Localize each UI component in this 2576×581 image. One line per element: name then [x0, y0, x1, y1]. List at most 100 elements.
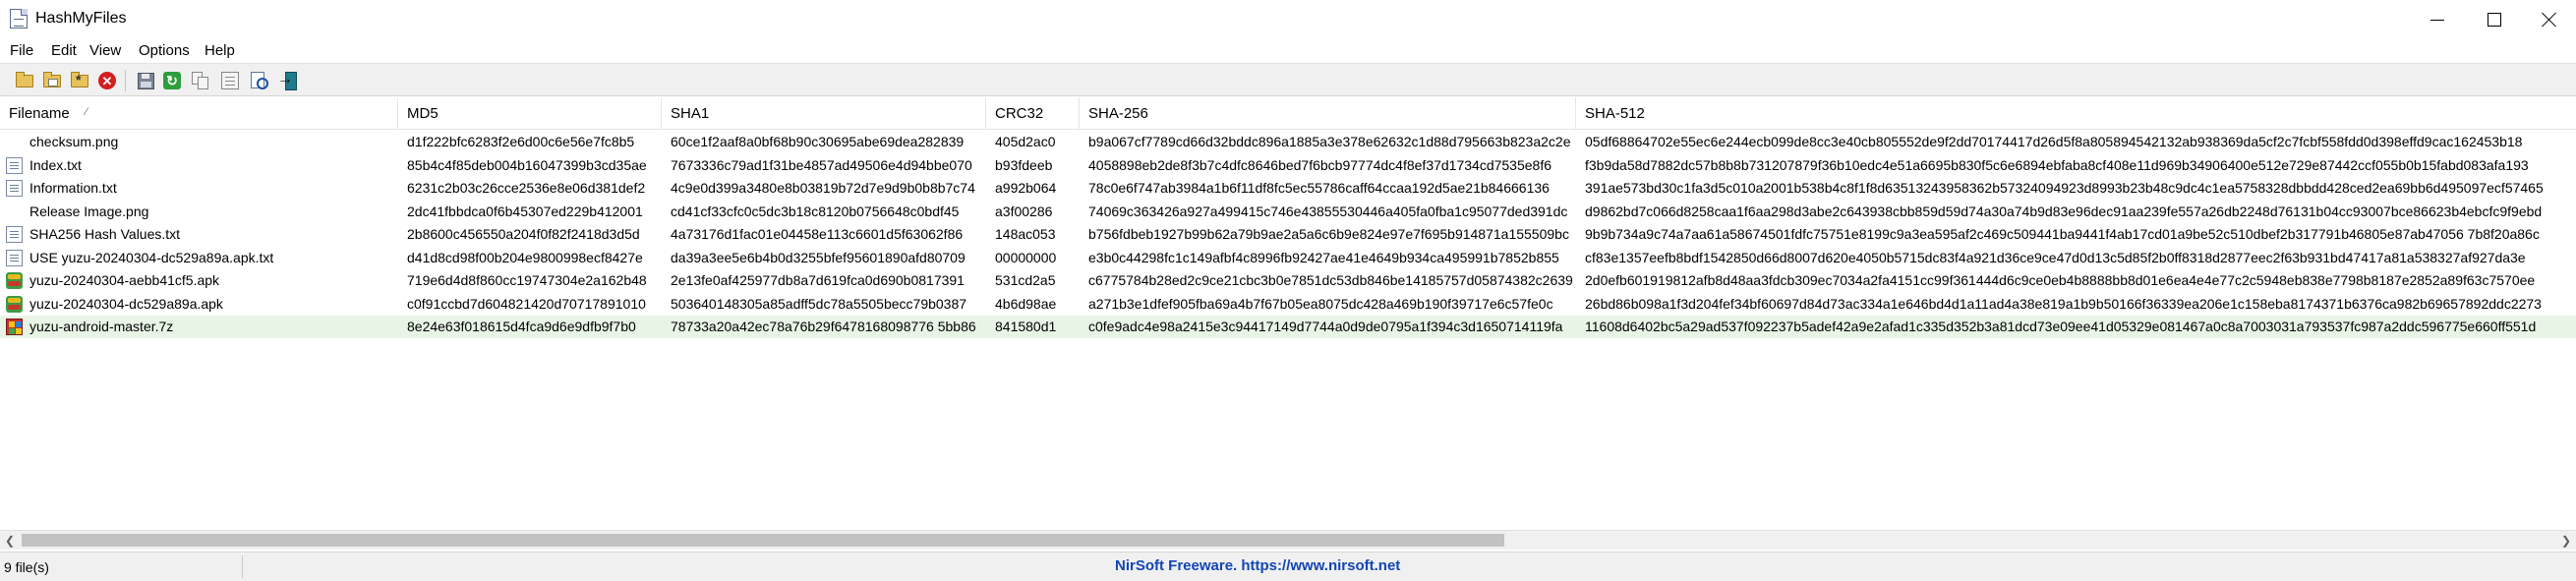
cell-sha256: 78c0e6f747ab3984a1b6f11df8fc5ec55786caff… — [1088, 180, 1550, 196]
scroll-left-button[interactable]: ❮ — [0, 531, 20, 551]
cell-sha1: da39a3ee5e6b4b0d3255bfef95601890afd80709 — [671, 249, 966, 265]
cell-sha1: 4c9e0d399a3480e8b03819b72d7e9d9b0b8b7c74 — [671, 180, 975, 196]
menu-file[interactable]: File — [10, 42, 33, 59]
column-header-label: MD5 — [407, 105, 439, 122]
cell-filename: yuzu-20240304-aebb41cf5.apk — [29, 272, 220, 288]
image-file-icon — [6, 134, 23, 150]
properties-button[interactable] — [218, 69, 242, 92]
cell-crc32: 841580d1 — [995, 319, 1057, 334]
column-header-sha1[interactable]: SHA1 — [662, 97, 986, 130]
toolbar: ✕ ↻ — [0, 63, 2576, 96]
table-row[interactable]: yuzu-20240304-aebb41cf5.apk 719e6d4d8f860… — [0, 269, 2576, 292]
column-headers: Filename ⁄ MD5 SHA1 CRC32 SHA-256 SHA-51… — [0, 97, 2576, 130]
add-folder-button[interactable] — [40, 69, 64, 92]
cell-crc32: 405d2ac0 — [995, 134, 1056, 149]
cell-crc32: a3f00286 — [995, 203, 1053, 219]
copy-icon — [192, 72, 209, 89]
maximize-button[interactable] — [2466, 0, 2523, 39]
column-header-label: Filename — [9, 105, 70, 122]
minimize-icon — [2430, 19, 2444, 21]
cell-crc32: 531cd2a5 — [995, 272, 1056, 288]
window-title: HashMyFiles — [35, 10, 127, 27]
status-bar: 9 file(s) NirSoft Freeware. https://www.… — [0, 552, 2576, 581]
cell-sha1: 7673336c79ad1f31be4857ad49506e4d94bbe070 — [671, 156, 972, 173]
copy-button[interactable] — [189, 69, 212, 92]
cell-sha1: 2e13fe0af425977db8a7d619fca0d690b0817391 — [671, 272, 965, 288]
menu-view[interactable]: View — [89, 42, 121, 59]
wildcard-folder-icon — [71, 71, 88, 87]
cell-sha256: e3b0c44298fc1c149afbf4c8996fb92427ae41e4… — [1088, 249, 1559, 265]
find-button[interactable] — [248, 69, 271, 92]
cell-md5: d1f222bfc6283f2e6d00c6e56e7fc8b5 — [407, 134, 635, 149]
column-header-label: SHA1 — [671, 105, 710, 122]
table-row[interactable]: Index.txt 85b4c4f85deb004b16047399b3cd35a… — [0, 154, 2576, 177]
exit-icon — [277, 71, 297, 90]
menu-edit[interactable]: Edit — [51, 42, 77, 59]
menu-options[interactable]: Options — [139, 42, 190, 59]
cell-sha1: cd41cf33cfc0c5dc3b18c8120b0756648c0bdf45 — [671, 203, 960, 219]
column-header-md5[interactable]: MD5 — [398, 97, 662, 130]
minimize-button[interactable] — [2409, 0, 2466, 39]
cell-crc32: 00000000 — [995, 249, 1057, 265]
table-row[interactable]: SHA256 Hash Values.txt 2b8600c456550a204f… — [0, 223, 2576, 246]
table-row[interactable]: Release Image.png 2dc41fbbdca0f6b45307ed2… — [0, 201, 2576, 223]
menu-help[interactable]: Help — [205, 42, 235, 59]
cell-filename: yuzu-20240304-dc529a89a.apk — [29, 295, 223, 312]
close-button[interactable] — [2521, 0, 2576, 39]
file-list[interactable]: Filename ⁄ MD5 SHA1 CRC32 SHA-256 SHA-51… — [0, 97, 2576, 530]
text-file-icon — [6, 156, 23, 174]
open-folder-icon — [16, 71, 33, 87]
column-header-filename[interactable]: Filename ⁄ — [0, 97, 398, 130]
apk-file-icon — [6, 295, 23, 313]
stop-button[interactable]: ✕ — [95, 69, 119, 92]
add-wildcard-button[interactable] — [68, 69, 91, 92]
nirsoft-link[interactable]: NirSoft Freeware. https://www.nirsoft.ne… — [1115, 557, 1400, 574]
cell-crc32: 148ac053 — [995, 226, 1056, 242]
table-row[interactable]: USE yuzu-20240304-dc529a89a.apk.txt d41d8… — [0, 247, 2576, 269]
cell-md5: 719e6d4d8f860cc19747304e2a162b48 — [407, 272, 647, 288]
toolbar-divider — [125, 70, 126, 91]
cell-sha256: b756fdbeb1927b99b62a79b9ae2a5a6c6b9e824e… — [1088, 226, 1569, 242]
apk-file-icon — [6, 272, 23, 289]
cell-filename: Information.txt — [29, 180, 117, 196]
cell-md5: 2b8600c456550a204f0f82f2418d3d5d — [407, 226, 640, 242]
cell-sha256: 4058898eb2de8f3b7c4dfc8646bed7f6bcb97774… — [1088, 156, 1552, 173]
cell-sha1: 4a73176d1fac01e04458e113c6601d5f63062f86 — [671, 226, 964, 242]
cell-sha256: 74069c363426a927a499415c746e43855530446a… — [1088, 203, 1568, 219]
image-file-icon — [6, 203, 23, 220]
cell-sha1: 503640148305a85adff5dc78a5505becc79b0387 — [671, 295, 967, 312]
cell-md5: c0f91ccbd7d604821420d70717891010 — [407, 295, 646, 312]
refresh-button[interactable]: ↻ — [160, 69, 184, 92]
scroll-thumb[interactable] — [22, 534, 1504, 547]
menu-bar: File Edit View Options Help — [0, 39, 2576, 63]
column-header-sha512[interactable]: SHA-512 — [1576, 97, 2576, 130]
cell-md5: d41d8cd98f00b204e9800998ecf8427e — [407, 249, 643, 265]
table-row[interactable]: yuzu-20240304-dc529a89a.apk c0f91ccbd7d60… — [0, 293, 2576, 316]
cell-sha512: 05df68864702e55ec6e244ecb099de8cc3e40cb8… — [1585, 134, 2523, 149]
cell-sha512: 391ae573bd30c1fa3d5c010a2001b538b4c8f1f8… — [1585, 180, 2544, 196]
table-row[interactable]: yuzu-android-master.7z 8e24e63f018615d4fc… — [0, 316, 2576, 338]
cell-sha256: c6775784b28ed2c9ce21cbc3b0e7851dc53db846… — [1088, 272, 1573, 288]
horizontal-scrollbar[interactable]: ❮ ❯ — [0, 530, 2576, 550]
table-row[interactable]: checksum.png d1f222bfc6283f2e6d00c6e56e7f… — [0, 131, 2576, 153]
close-icon — [2542, 12, 2557, 28]
cell-sha512: d9862bd7c066d8258caa1f6aa298d3abe2c64393… — [1585, 203, 2543, 219]
cell-crc32: 4b6d98ae — [995, 295, 1057, 312]
chevron-left-icon: ❮ — [4, 534, 16, 548]
text-file-icon — [6, 226, 23, 243]
cell-filename: yuzu-android-master.7z — [29, 319, 174, 334]
exit-button[interactable] — [275, 69, 299, 92]
column-header-crc32[interactable]: CRC32 — [986, 97, 1080, 130]
text-file-icon — [6, 249, 23, 266]
cell-sha1: 78733a20a42ec78a76b29f6478168098776 5bb8… — [671, 319, 976, 334]
cell-filename: checksum.png — [29, 134, 119, 149]
save-button[interactable] — [134, 69, 157, 92]
scroll-right-button[interactable]: ❯ — [2556, 531, 2576, 551]
table-row[interactable]: Information.txt 6231c2b03c26cce2536e8e06d… — [0, 177, 2576, 200]
cell-md5: 6231c2b03c26cce2536e8e06d381def2 — [407, 180, 646, 196]
add-files-button[interactable] — [13, 69, 36, 92]
column-header-sha256[interactable]: SHA-256 — [1080, 97, 1576, 130]
save-icon — [137, 72, 154, 89]
cell-sha512: cf83e1357eefb8bdf1542850d66d8007d620e405… — [1585, 249, 2526, 265]
cell-sha256: a271b3e1dfef905fba69a4b7f67b05ea8075dc42… — [1088, 295, 1553, 312]
